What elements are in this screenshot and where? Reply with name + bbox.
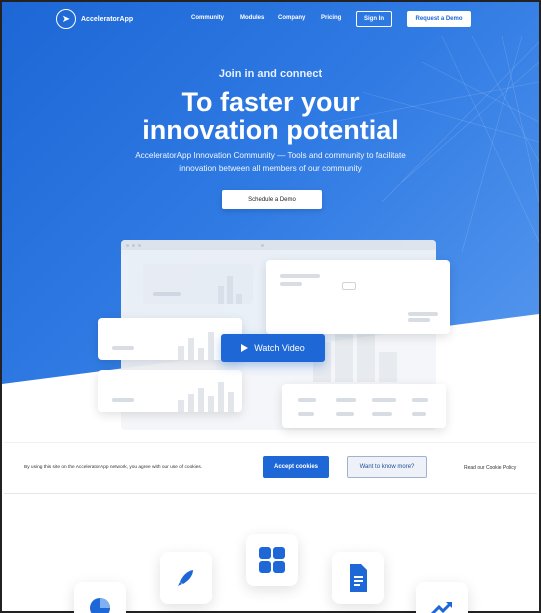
apps-grid-icon — [259, 547, 285, 573]
nav-link-community[interactable]: Community — [191, 15, 224, 21]
pie-chart-icon — [90, 598, 110, 613]
nav-link-company[interactable]: Company — [278, 15, 305, 21]
placeholder-bar — [198, 348, 204, 360]
top-nav: ➤ AcceleratorApp Community Modules Compa… — [2, 2, 539, 36]
placeholder-line — [298, 398, 316, 402]
placeholder-line — [336, 398, 356, 402]
request-demo-button[interactable]: Request a Demo — [407, 11, 471, 27]
placeholder-bar — [228, 392, 234, 412]
mockup-card-right — [266, 260, 450, 334]
image-placeholder-icon — [342, 282, 356, 290]
placeholder-line — [412, 412, 426, 416]
placeholder-bar — [208, 332, 214, 360]
hero-kicker: Join in and connect — [218, 68, 323, 80]
headline-line-1: To faster your — [181, 87, 360, 117]
headline-line-2: innovation potential — [142, 115, 399, 145]
placeholder-line — [408, 318, 430, 322]
placeholder-bar — [208, 396, 214, 412]
watch-video-label: Watch Video — [254, 343, 305, 353]
rocket-icon: ➤ — [56, 9, 76, 29]
placeholder-line — [112, 398, 134, 402]
brand-name: AcceleratorApp — [81, 15, 134, 23]
cookie-banner: By using this site on the AcceleratorApp… — [4, 442, 537, 494]
placeholder-bar — [188, 394, 194, 412]
placeholder-line — [280, 282, 302, 286]
placeholder-line — [408, 312, 438, 316]
placeholder-line — [372, 398, 396, 402]
placeholder-bar — [198, 388, 204, 412]
hero-subtitle: AcceleratorApp Innovation Community — To… — [135, 151, 406, 173]
mockup-card-left-2 — [98, 370, 242, 412]
document-icon — [350, 564, 367, 592]
placeholder-line — [372, 412, 392, 416]
placeholder-bar — [218, 286, 224, 304]
feature-card-growth[interactable] — [416, 582, 468, 613]
cookie-message: By using this site on the AcceleratorApp… — [24, 465, 203, 470]
mockup-titlebar — [121, 240, 436, 250]
feature-card-modules[interactable] — [246, 534, 298, 586]
feature-card-documents[interactable] — [332, 552, 384, 604]
rocket-icon — [178, 570, 193, 586]
hero-headline: To faster your innovation potential — [2, 88, 539, 144]
placeholder-bar — [178, 346, 184, 360]
placeholder-bar — [178, 400, 184, 412]
placeholder-bar — [227, 276, 233, 304]
nav-link-modules[interactable]: Modules — [240, 15, 264, 21]
feature-card-analytics[interactable] — [74, 582, 126, 613]
window-dot — [138, 244, 141, 247]
sign-in-button[interactable]: Sign In — [356, 11, 392, 27]
placeholder-line — [280, 274, 320, 278]
feature-card-launch[interactable] — [160, 552, 212, 604]
placeholder-bar — [218, 382, 224, 412]
nav-link-pricing[interactable]: Pricing — [321, 15, 341, 21]
accept-cookies-button[interactable]: Accept cookies — [263, 456, 329, 478]
placeholder-line — [153, 292, 181, 296]
watch-video-button[interactable]: Watch Video — [221, 334, 325, 362]
mockup-card — [143, 264, 253, 304]
hero-section: ➤ AcceleratorApp Community Modules Compa… — [2, 2, 539, 442]
cookie-policy-link[interactable]: Read our Cookie Policy — [464, 465, 516, 471]
placeholder-line — [112, 346, 134, 350]
mockup-card-bottom — [282, 384, 446, 428]
window-dot — [261, 244, 264, 247]
window-dot — [126, 244, 129, 247]
logo[interactable]: ➤ AcceleratorApp — [56, 9, 133, 29]
placeholder-bar — [379, 352, 397, 382]
placeholder-line — [336, 412, 354, 416]
cookie-info-button[interactable]: Want to know more? — [347, 456, 427, 478]
placeholder-line — [412, 398, 428, 402]
schedule-demo-button[interactable]: Schedule a Demo — [222, 190, 322, 209]
placeholder-bar — [236, 294, 242, 304]
placeholder-line — [298, 412, 314, 416]
window-dot — [132, 244, 135, 247]
play-icon — [241, 344, 249, 352]
placeholder-bar — [188, 338, 194, 360]
trend-up-icon — [430, 601, 453, 613]
